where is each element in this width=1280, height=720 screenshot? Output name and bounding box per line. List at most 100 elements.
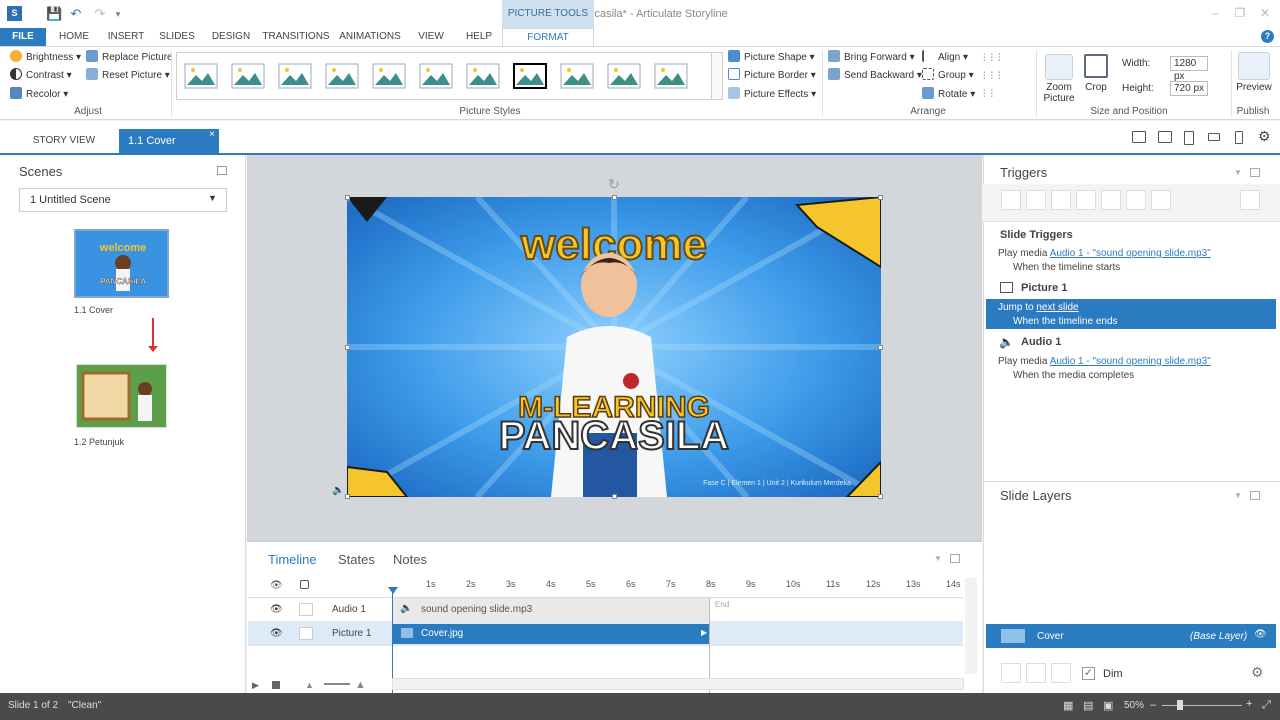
tab-home[interactable]: HOME xyxy=(54,28,94,46)
close-icon[interactable]: ✕ xyxy=(1255,6,1275,20)
tablet-landscape-icon[interactable] xyxy=(1158,131,1172,143)
zoom-slider-thumb[interactable] xyxy=(1177,700,1183,710)
picture-shape-button[interactable]: Picture Shape ▾ xyxy=(728,50,815,66)
zoom-in-icon[interactable]: ▲ xyxy=(355,679,366,691)
lock-toggle[interactable] xyxy=(299,627,313,640)
zoom-minus-icon[interactable]: – xyxy=(1150,699,1156,711)
rotate-handle-icon[interactable]: ↻ xyxy=(608,176,620,193)
tab-notes[interactable]: Notes xyxy=(393,552,427,567)
layer-properties-gear-icon[interactable]: ⚙ xyxy=(1251,664,1264,681)
tab-story-view[interactable]: STORY VIEW xyxy=(18,129,110,153)
recolor-button[interactable]: Recolor ▾ xyxy=(10,87,68,103)
resize-handle[interactable] xyxy=(878,345,883,350)
tab-states[interactable]: States xyxy=(338,552,375,567)
tab-view[interactable]: VIEW xyxy=(412,28,450,46)
playhead-marker-icon[interactable] xyxy=(388,587,398,594)
phone-portrait-icon[interactable] xyxy=(1235,131,1243,144)
contrast-button[interactable]: Contrast ▾ xyxy=(10,68,72,84)
duplicate-layer-icon[interactable] xyxy=(1026,663,1046,683)
tab-design[interactable]: DESIGN xyxy=(208,28,254,46)
picture-style-thumbnail[interactable] xyxy=(278,63,312,89)
slide-thumbnail-cover[interactable]: welcome PANCASILA xyxy=(74,229,169,298)
trigger-link[interactable]: next slide xyxy=(1036,302,1078,313)
tab-timeline[interactable]: Timeline xyxy=(268,552,317,567)
phone-landscape-icon[interactable] xyxy=(1208,133,1220,141)
panel-restore-icon[interactable] xyxy=(217,166,227,175)
picture-style-thumbnail[interactable] xyxy=(231,63,265,89)
align-button[interactable]: Align ▾ xyxy=(922,50,968,66)
move-up-icon[interactable] xyxy=(1126,190,1146,210)
resize-handle[interactable] xyxy=(345,494,350,499)
stop-icon[interactable] xyxy=(272,681,280,689)
resize-handle[interactable] xyxy=(345,345,350,350)
panel-restore-icon[interactable] xyxy=(1250,168,1260,177)
gallery-scroll[interactable] xyxy=(711,52,723,100)
zoom-slider[interactable] xyxy=(1162,705,1242,706)
picture-style-thumbnail[interactable] xyxy=(654,63,688,89)
size-options-icon[interactable]: ⫶⫶ xyxy=(983,89,998,100)
rotate-button[interactable]: Rotate ▾ xyxy=(922,87,975,103)
crop-icon[interactable] xyxy=(1084,54,1108,78)
eye-icon[interactable]: 👁 xyxy=(270,580,283,591)
copy-trigger-icon[interactable] xyxy=(1051,190,1071,210)
tablet-portrait-icon[interactable] xyxy=(1184,131,1194,145)
brightness-button[interactable]: Brightness ▾ xyxy=(10,50,81,66)
eye-icon[interactable]: 👁 xyxy=(270,628,283,639)
picture-style-thumbnail[interactable] xyxy=(325,63,359,89)
audio-speaker-icon[interactable]: 🔈 xyxy=(332,485,344,496)
picture-timeline-bar[interactable]: Cover.jpg xyxy=(393,624,710,644)
fit-view-icon[interactable]: ▣ xyxy=(1103,699,1113,712)
eye-icon[interactable]: 👁 xyxy=(1254,629,1267,640)
timeline-vertical-scrollbar[interactable] xyxy=(965,578,977,674)
restore-icon[interactable]: ❐ xyxy=(1230,6,1250,20)
close-tab-icon[interactable]: × xyxy=(209,129,215,140)
picture-border-button[interactable]: Picture Border ▾ xyxy=(728,68,816,84)
normal-view-icon[interactable]: ▦ xyxy=(1063,699,1073,712)
trigger-link[interactable]: Audio 1 - "sound opening slide.mp3" xyxy=(1050,248,1211,259)
dim-checkbox[interactable]: ✓ xyxy=(1082,667,1095,680)
resize-handle[interactable] xyxy=(612,494,617,499)
replace-picture-button[interactable]: Replace Picture xyxy=(86,50,173,66)
minimize-icon[interactable]: – xyxy=(1205,6,1225,20)
tab-insert[interactable]: INSERT xyxy=(104,28,148,46)
play-icon[interactable]: ▶ xyxy=(252,680,259,691)
fit-window-icon[interactable]: ⤢ xyxy=(1262,699,1271,712)
tab-transitions[interactable]: TRANSITIONS xyxy=(262,28,330,46)
eye-icon[interactable]: 👁 xyxy=(270,604,283,615)
collapse-chevron-icon[interactable]: ▼ xyxy=(934,554,942,563)
zoom-out-icon[interactable]: ▲ xyxy=(305,680,314,690)
picture-style-thumbnail[interactable] xyxy=(607,63,641,89)
trigger-3[interactable]: Play media Audio 1 - "sound opening slid… xyxy=(998,356,1211,367)
tab-help[interactable]: HELP xyxy=(460,28,498,46)
grid-view-icon[interactable]: ▤ xyxy=(1083,699,1093,712)
desktop-preview-icon[interactable] xyxy=(1132,131,1146,143)
resize-handle[interactable] xyxy=(345,195,350,200)
collapse-chevron-icon[interactable]: ▼ xyxy=(1234,491,1242,500)
trigger-link[interactable]: Audio 1 - "sound opening slide.mp3" xyxy=(1050,356,1211,367)
preview-icon[interactable] xyxy=(1238,52,1270,80)
group-button[interactable]: Group ▾ xyxy=(922,68,974,84)
lock-icon[interactable] xyxy=(300,580,309,589)
height-input[interactable]: 720 px xyxy=(1170,81,1208,96)
tab-format[interactable]: FORMAT xyxy=(502,28,594,46)
new-layer-icon[interactable] xyxy=(1001,663,1021,683)
trigger-1[interactable]: Play media Audio 1 - "sound opening slid… xyxy=(998,248,1211,259)
picture-style-thumbnail[interactable] xyxy=(466,63,500,89)
resize-handle[interactable] xyxy=(612,195,617,200)
settings-gear-icon[interactable]: ⚙ xyxy=(1258,128,1271,145)
panel-restore-icon[interactable] xyxy=(950,554,960,563)
tab-file[interactable]: FILE xyxy=(0,28,46,46)
width-input[interactable]: 1280 px xyxy=(1170,56,1208,82)
distribute-options-icon[interactable]: ⫶⫶⫶ xyxy=(983,71,1006,82)
picture-style-thumbnail[interactable] xyxy=(513,63,547,89)
slide-thumbnail-petunjuk[interactable] xyxy=(76,364,167,428)
trigger-2[interactable]: Jump to next slide xyxy=(998,302,1079,313)
zoom-picture-icon[interactable] xyxy=(1045,54,1073,80)
timeline-scrollbar[interactable] xyxy=(392,678,964,690)
picture-effects-button[interactable]: Picture Effects ▾ xyxy=(728,87,816,103)
delete-trigger-icon[interactable] xyxy=(1101,190,1121,210)
align-options-icon[interactable]: ⫶⫶⫶ xyxy=(983,53,1006,64)
bring-forward-button[interactable]: Bring Forward ▾ xyxy=(828,50,915,66)
delete-layer-icon[interactable] xyxy=(1051,663,1071,683)
timeline-zoom-slider[interactable] xyxy=(324,683,350,685)
